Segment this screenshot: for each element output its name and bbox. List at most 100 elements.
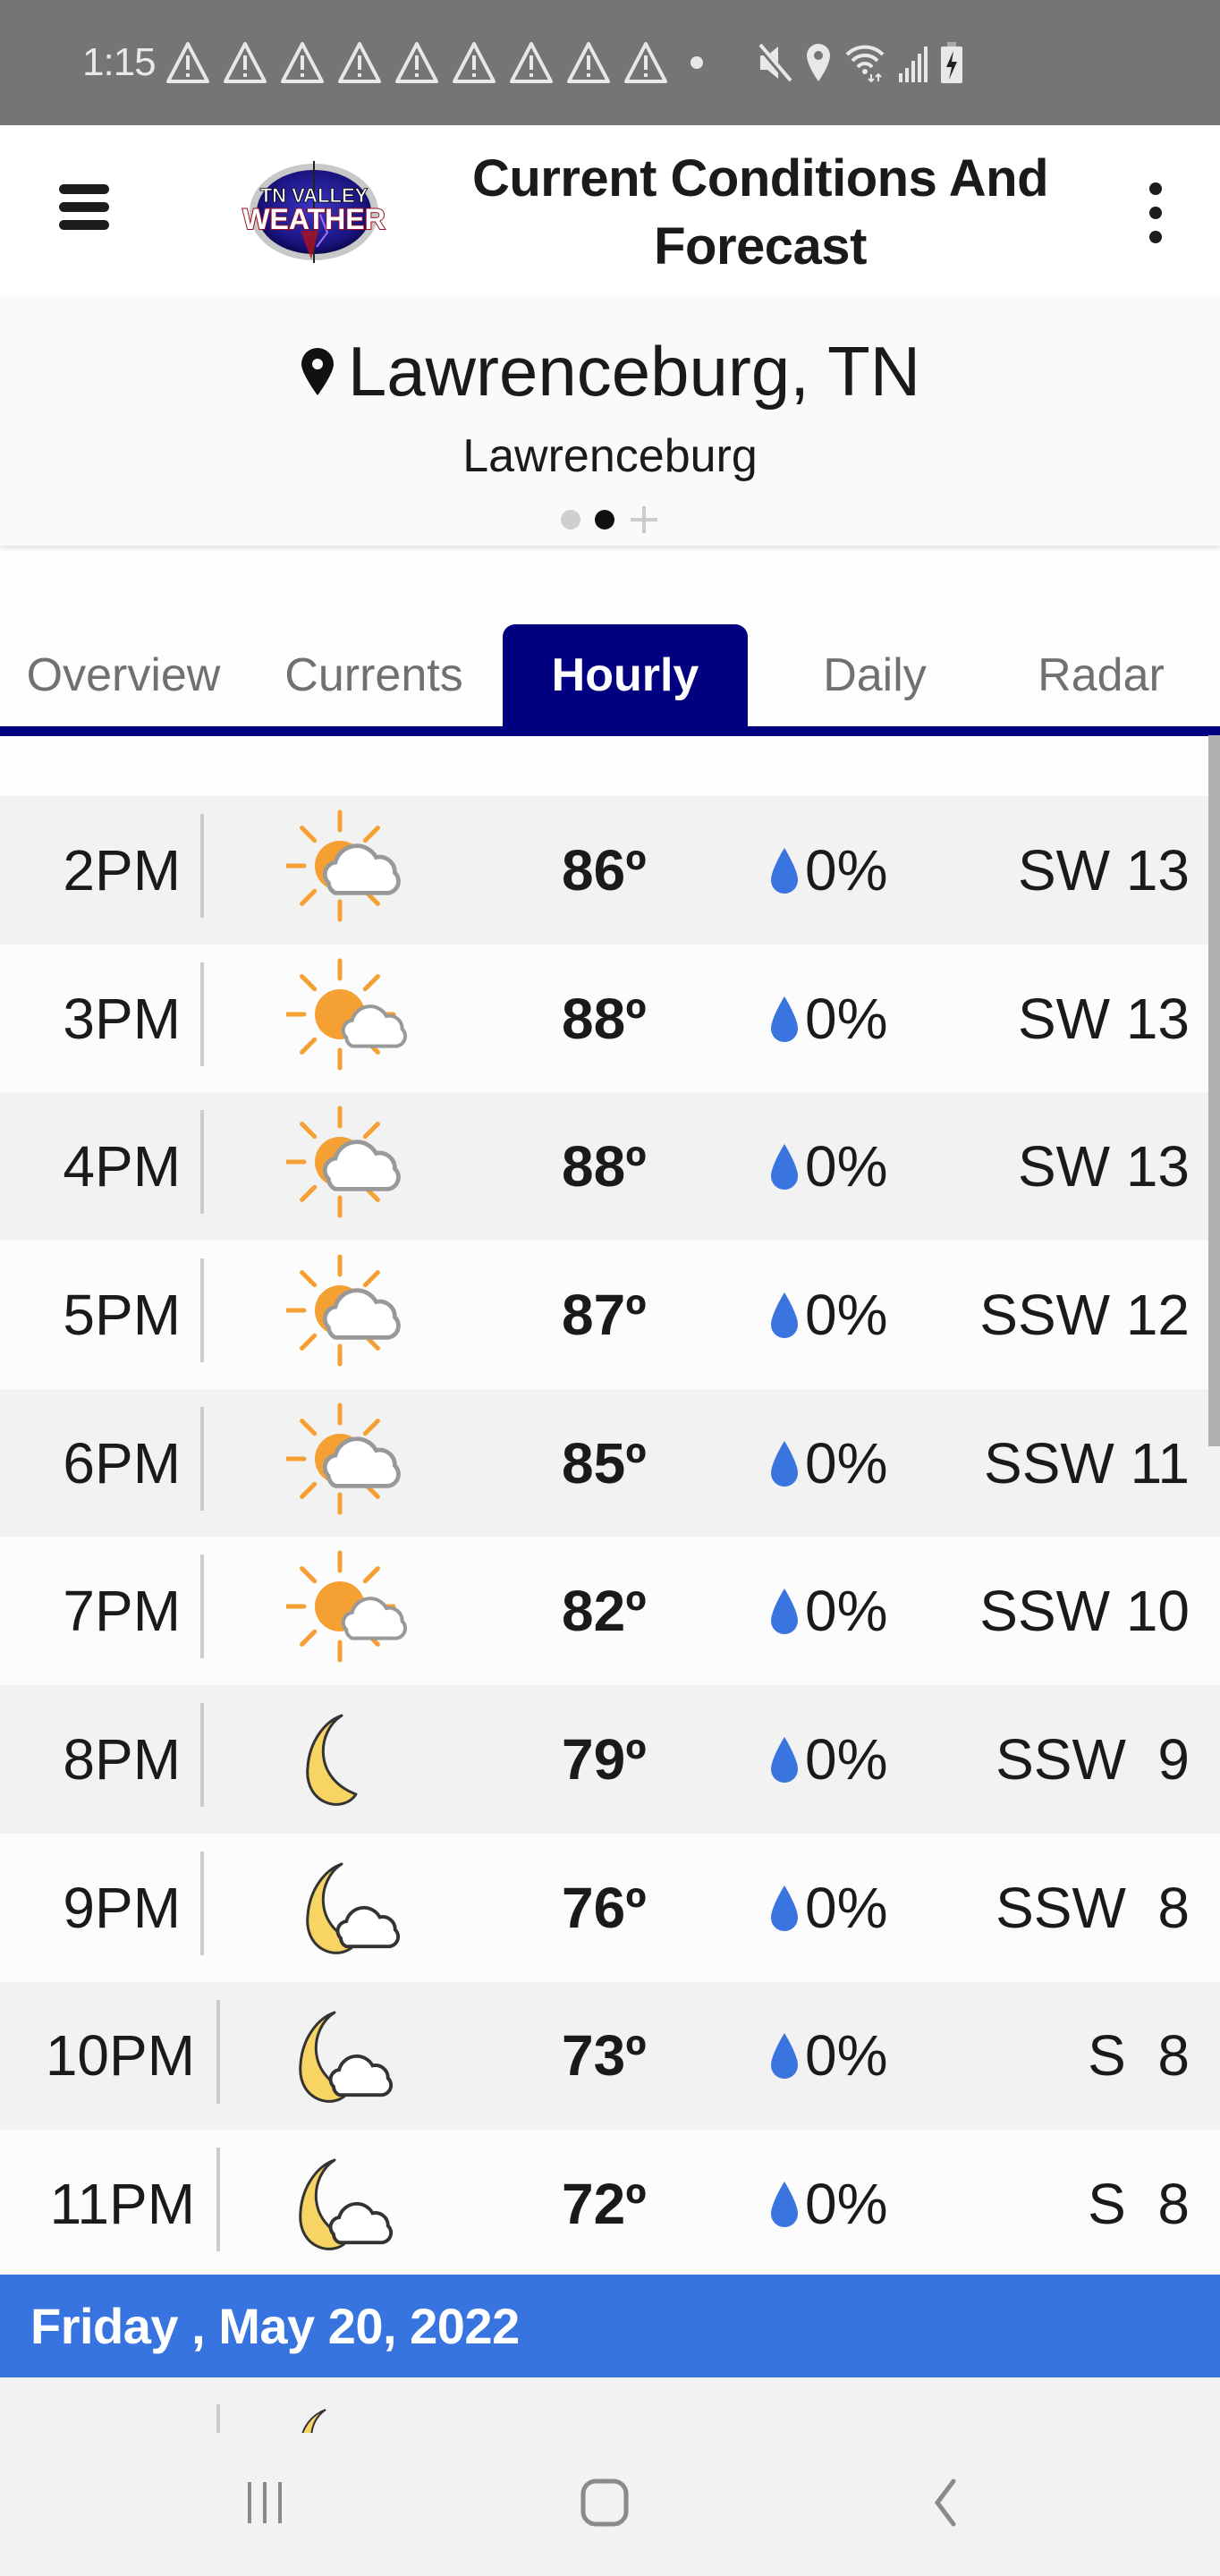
precip-chance: 0% bbox=[769, 796, 888, 945]
kebab-dot bbox=[1149, 231, 1162, 243]
raindrop-icon bbox=[771, 1292, 798, 1338]
location-card[interactable]: Lawrenceburg, TN Lawrenceburg bbox=[0, 295, 1220, 546]
wind: SSW 12 bbox=[979, 1282, 1190, 1347]
day-header: Friday , May 20, 2022 bbox=[0, 2275, 1220, 2377]
tab-hourly[interactable]: Hourly bbox=[503, 624, 748, 726]
hourly-row[interactable]: 4PM 88º 0% SW 13 bbox=[0, 1092, 1220, 1241]
row-divider bbox=[200, 1703, 204, 1808]
wind: SSW 9 bbox=[995, 1726, 1190, 1792]
add-location-icon[interactable] bbox=[629, 504, 659, 535]
hour-label: 2PM bbox=[63, 837, 181, 902]
hourly-row[interactable]: 11PM 72º 0% S 8 bbox=[0, 2130, 1220, 2278]
precip-value: 0% bbox=[805, 1134, 888, 1199]
temperature: 88º bbox=[562, 1134, 647, 1199]
temperature: 88º bbox=[562, 986, 647, 1051]
precip-value: 0% bbox=[805, 986, 888, 1051]
location-name: Lawrenceburg, TN bbox=[347, 332, 921, 411]
tab-radar[interactable]: Radar bbox=[1002, 624, 1200, 726]
hourly-row[interactable]: 5PM 87º 0% SSW 12 bbox=[0, 1241, 1220, 1389]
hour-label: 4PM bbox=[63, 1134, 181, 1199]
overflow-menu-button[interactable] bbox=[1141, 182, 1168, 245]
wind: SSW 11 bbox=[984, 1430, 1190, 1496]
clear-night-icon bbox=[306, 1714, 358, 1806]
mostly-cloudy-day-icon bbox=[286, 809, 401, 922]
hourly-row[interactable]: 3PM 88º 0% SW 13 bbox=[0, 944, 1220, 1093]
status-time: 1:15 bbox=[82, 40, 157, 84]
battery-charging-icon bbox=[940, 42, 962, 83]
tab-daily[interactable]: Daily bbox=[767, 624, 982, 726]
hourly-row[interactable]: 7PM 82º 0% SSW 10 bbox=[0, 1537, 1220, 1686]
row-divider bbox=[216, 1999, 220, 2104]
hourly-row[interactable]: 6PM 85º 0% SSW 11 bbox=[0, 1388, 1220, 1538]
scrollbar[interactable] bbox=[1208, 735, 1220, 1446]
hourly-row[interactable]: 10PM 73º 0% S 8 bbox=[0, 1981, 1220, 2131]
hourly-row[interactable]: 9PM 76º 0% SSW 8 bbox=[0, 1833, 1220, 1982]
system-icons bbox=[756, 42, 962, 83]
precip-chance: 0% bbox=[769, 1389, 888, 1538]
location-title: Lawrenceburg, TN bbox=[0, 331, 1220, 412]
precip-value: 0% bbox=[805, 1282, 888, 1347]
precip-chance: 0% bbox=[769, 945, 888, 1093]
warning-icon bbox=[623, 42, 667, 83]
app-header: TN VALLEY WEATHER Current Conditions And… bbox=[0, 125, 1220, 295]
home-button[interactable] bbox=[551, 2458, 658, 2547]
page-dot-active[interactable] bbox=[595, 510, 614, 530]
menu-icon-bar bbox=[59, 202, 109, 212]
tab-overview[interactable]: Overview bbox=[0, 624, 247, 726]
hourly-row[interactable]: 2PM 86º 0% SW 13 bbox=[0, 796, 1220, 945]
menu-icon-bar bbox=[59, 220, 109, 230]
precip-chance: 0% bbox=[769, 1834, 888, 1982]
temperature: 73º bbox=[562, 2023, 647, 2089]
home-icon bbox=[580, 2479, 629, 2527]
precip-chance: 0% bbox=[769, 1685, 888, 1834]
raindrop-icon bbox=[771, 996, 798, 1042]
wind: SSW 10 bbox=[979, 1579, 1190, 1644]
page-dot-inactive[interactable] bbox=[561, 510, 580, 530]
hour-label: 9PM bbox=[63, 1875, 181, 1940]
wind: SSW 8 bbox=[995, 1875, 1190, 1940]
row-divider bbox=[200, 962, 204, 1066]
precip-value: 0% bbox=[805, 1579, 888, 1644]
back-button[interactable] bbox=[891, 2458, 998, 2547]
recents-button[interactable] bbox=[211, 2458, 318, 2547]
hamburger-menu-button[interactable] bbox=[55, 179, 111, 234]
precip-value: 0% bbox=[805, 1430, 888, 1496]
temperature: 76º bbox=[562, 1875, 647, 1940]
hour-label: 8PM bbox=[63, 1726, 181, 1792]
raindrop-icon bbox=[771, 2033, 798, 2080]
warning-icon bbox=[509, 42, 553, 83]
logo-text-line2: WEATHER bbox=[242, 203, 385, 235]
tab-underline bbox=[0, 726, 1220, 736]
precip-chance: 0% bbox=[769, 1241, 888, 1389]
wind: SW 13 bbox=[1017, 986, 1190, 1051]
status-bar: 1:15 bbox=[0, 0, 1220, 125]
signal-icon bbox=[898, 47, 928, 82]
temperature: 79º bbox=[562, 1726, 647, 1792]
raindrop-icon bbox=[771, 2182, 798, 2228]
more-notifications-dot bbox=[690, 56, 703, 69]
precip-value: 0% bbox=[805, 837, 888, 902]
menu-icon-bar bbox=[59, 184, 109, 194]
row-divider bbox=[200, 814, 204, 918]
tab-currents[interactable]: Currents bbox=[259, 624, 488, 726]
hourly-row[interactable]: 8PM 79º 0% SSW 9 bbox=[0, 1685, 1220, 1834]
raindrop-icon bbox=[771, 847, 798, 894]
wind: S 8 bbox=[1088, 2023, 1190, 2089]
forecast-tabs: Overview Currents Hourly Daily Radar bbox=[0, 624, 1220, 736]
app-title-line2: Forecast bbox=[654, 217, 867, 275]
location-pager bbox=[0, 504, 1220, 535]
notification-icons bbox=[165, 41, 682, 84]
app-title-line1: Current Conditions And bbox=[471, 149, 1049, 208]
temperature: 87º bbox=[562, 1282, 647, 1347]
row-divider bbox=[200, 1258, 204, 1363]
warning-icon bbox=[280, 42, 324, 83]
partly-cloudy-night-icon bbox=[306, 1862, 401, 1954]
precip-chance: 0% bbox=[769, 1982, 888, 2131]
back-icon bbox=[934, 2479, 956, 2527]
row-divider bbox=[216, 2148, 220, 2252]
precip-chance: 0% bbox=[769, 2130, 888, 2278]
temperature: 82º bbox=[562, 1579, 647, 1644]
app-title: Current Conditions And Forecast bbox=[438, 145, 1082, 281]
hourly-list[interactable]: 2PM 86º 0% SW 13 3PM 88º 0% SW 13 4PM 88… bbox=[0, 796, 1220, 2278]
hour-label: 5PM bbox=[63, 1282, 181, 1347]
